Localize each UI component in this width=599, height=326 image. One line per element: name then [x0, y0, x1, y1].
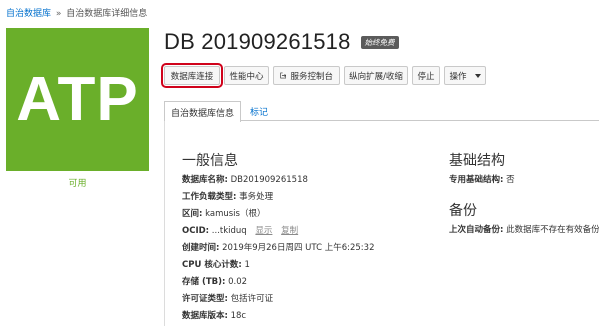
- stop-label: 停止: [417, 71, 435, 82]
- tab-db-info-label: 自治数据库信息: [171, 108, 235, 119]
- license-value: 包括许可证: [230, 294, 274, 304]
- storage-label: 存储 (TB):: [182, 277, 226, 287]
- ocid-value: ...tkiduq: [211, 226, 247, 236]
- info-row-workload: 工作负载类型: 事务处理: [182, 189, 375, 206]
- always-free-badge: 始终免费: [360, 35, 399, 49]
- db-name-value: DB201909261518: [230, 175, 308, 185]
- db-connection-label: 数据库连接: [170, 71, 214, 82]
- info-row-created: 创建时间: 2019年9月26日周四 UTC 上午6:25:32: [182, 240, 375, 257]
- cpu-value: 1: [244, 260, 250, 270]
- info-row-last-backup: 上次自动备份: 此数据库不存在有效备份。: [449, 222, 599, 239]
- service-console-button[interactable]: 服务控制台: [273, 66, 340, 85]
- db-version-label: 数据库版本:: [182, 311, 228, 321]
- license-label: 许可证类型:: [182, 294, 228, 304]
- infrastructure-list: 专用基础结构: 否: [449, 172, 515, 189]
- last-backup-label: 上次自动备份:: [449, 225, 504, 235]
- breadcrumb-separator: »: [55, 9, 62, 19]
- db-connection-button[interactable]: 数据库连接: [161, 63, 223, 88]
- scale-button[interactable]: 纵向扩展/收缩: [344, 66, 408, 85]
- scale-label: 纵向扩展/收缩: [349, 71, 403, 82]
- service-console-label: 服务控制台: [290, 71, 333, 82]
- info-row-storage: 存储 (TB): 0.02: [182, 274, 375, 291]
- workload-label: 工作负载类型:: [182, 192, 237, 202]
- info-row-compartment: 区间: kamusis（根）: [182, 206, 375, 223]
- tab-bar: 自治数据库信息 标记: [164, 101, 599, 122]
- created-value: 2019年9月26日周四 UTC 上午6:25:32: [222, 243, 375, 253]
- infrastructure-heading: 基础结构: [449, 153, 505, 169]
- panel-divider: [164, 121, 165, 326]
- performance-hub-label: 性能中心: [229, 71, 264, 82]
- compartment-value: kamusis（根）: [205, 209, 266, 219]
- atp-logo-tile: ATP: [6, 28, 149, 171]
- breadcrumb: 自治数据库 » 自治数据库详细信息: [6, 6, 147, 19]
- performance-hub-button[interactable]: 性能中心: [224, 66, 269, 85]
- tab-tags-label: 标记: [250, 108, 269, 118]
- general-info-list: 数据库名称: DB201909261518 工作负载类型: 事务处理 区间: k…: [182, 172, 375, 325]
- breadcrumb-current: 自治数据库详细信息: [66, 9, 148, 19]
- dedicated-label: 专用基础结构:: [449, 175, 504, 185]
- title-row: DB 201909261518 始终免费: [164, 29, 399, 55]
- cpu-label: CPU 核心计数:: [182, 260, 242, 270]
- status-label: 可用: [68, 179, 87, 189]
- info-row-db-version: 数据库版本: 18c: [182, 308, 375, 325]
- info-row-cpu: CPU 核心计数: 1: [182, 257, 375, 274]
- info-row-ocid: OCID: ...tkiduq 显示 复制: [182, 223, 375, 240]
- external-link-icon: [280, 72, 287, 79]
- toolbar: 数据库连接 性能中心 服务控制台 纵向扩展/收缩 停止 操作: [161, 63, 490, 88]
- ocid-copy-link[interactable]: 复制: [281, 226, 298, 236]
- created-label: 创建时间:: [182, 243, 220, 253]
- general-info-heading: 一般信息: [182, 153, 238, 169]
- ocid-label: OCID:: [182, 226, 210, 236]
- stop-button[interactable]: 停止: [412, 66, 440, 85]
- backup-heading: 备份: [449, 203, 477, 219]
- page-title: DB 201909261518: [164, 29, 351, 54]
- info-row-dedicated: 专用基础结构: 否: [449, 172, 515, 189]
- caret-down-icon: [474, 73, 481, 78]
- dedicated-value: 否: [506, 175, 515, 185]
- tab-db-info[interactable]: 自治数据库信息: [164, 101, 242, 122]
- actions-label: 操作: [449, 71, 467, 82]
- info-row-db-name: 数据库名称: DB201909261518: [182, 172, 375, 189]
- db-name-label: 数据库名称:: [182, 175, 228, 185]
- breadcrumb-link-autonomous-db[interactable]: 自治数据库: [6, 9, 51, 19]
- ocid-show-link[interactable]: 显示: [255, 226, 272, 236]
- actions-dropdown-button[interactable]: 操作: [444, 66, 486, 85]
- info-row-license: 许可证类型: 包括许可证: [182, 291, 375, 308]
- backup-list: 上次自动备份: 此数据库不存在有效备份。: [449, 222, 599, 239]
- atp-logo-text: ATP: [16, 65, 139, 134]
- tab-tags[interactable]: 标记: [243, 101, 275, 121]
- workload-value: 事务处理: [239, 192, 274, 202]
- storage-value: 0.02: [228, 277, 248, 287]
- last-backup-value: 此数据库不存在有效备份。: [506, 225, 599, 235]
- db-version-value: 18c: [230, 311, 247, 321]
- compartment-label: 区间:: [182, 209, 203, 219]
